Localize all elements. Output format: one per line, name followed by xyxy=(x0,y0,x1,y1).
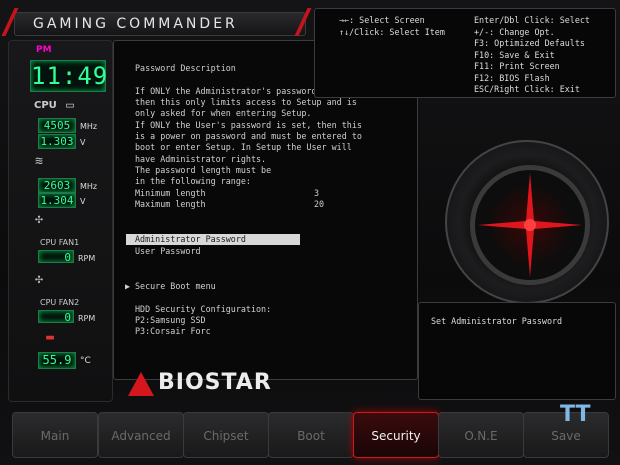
temperature-display: 55.9 xyxy=(38,352,76,369)
fan2-rpm-display: 0 xyxy=(38,310,74,324)
description-line: then this only limits access to Setup an… xyxy=(135,97,357,107)
description-line: If ONLY the User's password is set, then… xyxy=(135,120,362,130)
temperature-unit: °C xyxy=(80,356,91,366)
memory-voltage-unit: V xyxy=(80,197,86,206)
key-help-line: →←: Select Screen xyxy=(339,15,425,25)
maximum-length-value: 20 xyxy=(314,199,325,209)
hardware-monitor-panel xyxy=(8,40,113,402)
app-title-bar: GAMING COMMANDER xyxy=(14,12,306,36)
app-title: GAMING COMMANDER xyxy=(33,16,238,32)
hdd-item-p3[interactable]: P3:Corsair Forc xyxy=(135,326,211,337)
maximum-length-label: Maximum length xyxy=(135,199,206,209)
key-help-line: Enter/Dbl Click: Select xyxy=(474,15,590,25)
cpu-voltage-display: 1.303 xyxy=(38,134,76,149)
item-help-text: Set Administrator Password xyxy=(431,316,563,326)
memory-frequency-unit: MHz xyxy=(80,182,98,191)
tab-security[interactable]: Security xyxy=(353,412,439,458)
administrator-password-item[interactable]: Administrator Password xyxy=(135,234,246,245)
cpu-frequency-unit: MHz xyxy=(80,122,98,131)
user-password-item[interactable]: User Password xyxy=(135,246,201,257)
description-line: The password length must be xyxy=(135,165,272,175)
description-line: is a power on password and must be enter… xyxy=(135,131,362,141)
key-help-line: ESC/Right Click: Exit xyxy=(474,84,580,94)
cpu-icon: ▭ xyxy=(66,98,74,113)
fan2-rpm-unit: RPM xyxy=(78,314,96,323)
key-help-line: F10: Save & Exit xyxy=(474,50,555,60)
description-line: boot or enter Setup. In Setup the User w… xyxy=(135,142,352,152)
tab-advanced[interactable]: Advanced xyxy=(98,412,184,458)
biostar-logo-mark xyxy=(128,372,154,396)
main-tab-bar: Main Advanced Chipset Boot Security O.N.… xyxy=(12,410,610,458)
minimum-length-label: Minimum length xyxy=(135,188,206,198)
memory-icon: ≋ xyxy=(35,154,43,169)
memory-frequency-display: 2603 xyxy=(38,178,76,193)
secure-boot-menu-item[interactable]: Secure Boot menu xyxy=(135,281,216,292)
temperature-icon: ▬ xyxy=(46,330,54,345)
tab-chipset[interactable]: Chipset xyxy=(183,412,269,458)
fan2-label: CPU FAN2 xyxy=(40,298,80,307)
cpu-frequency-display: 4505 xyxy=(38,118,76,133)
fan1-label: CPU FAN1 xyxy=(40,238,80,247)
memory-voltage-display: 1.304 xyxy=(38,193,76,208)
submenu-arrow-icon: ▶ xyxy=(125,281,131,291)
tab-one[interactable]: O.N.E xyxy=(438,412,524,458)
time-period-label: PM xyxy=(36,45,52,55)
star-crosshair-icon xyxy=(478,173,582,277)
fan1-rpm-display: 0 xyxy=(38,250,74,264)
hdd-security-heading: HDD Security Configuration: xyxy=(135,304,272,314)
fan-icon: ✣ xyxy=(35,212,43,227)
description-line: in the following range: xyxy=(135,176,251,186)
fan1-rpm-unit: RPM xyxy=(78,254,96,263)
watermark-logo-icon: TT xyxy=(560,402,591,427)
tab-main[interactable]: Main xyxy=(12,412,98,458)
key-help-line: +/-: Change Opt. xyxy=(474,27,555,37)
description-line: only asked for when entering Setup. xyxy=(135,108,312,118)
description-line: have Administrator rights. xyxy=(135,154,267,164)
tab-boot[interactable]: Boot xyxy=(268,412,354,458)
brand-name: BIOSTAR xyxy=(158,370,272,395)
key-help-line: F12: BIOS Flash xyxy=(474,73,550,83)
key-help-line: F11: Print Screen xyxy=(474,61,560,71)
fan-icon: ✣ xyxy=(35,272,43,287)
clock-display: 11:49 xyxy=(30,60,109,92)
cpu-voltage-unit: V xyxy=(80,138,86,147)
hdd-item-p2[interactable]: P2:Samsung SSD xyxy=(135,315,206,326)
key-help-line: ↑↓/Click: Select Item xyxy=(339,27,445,37)
key-help-line: F3: Optimized Defaults xyxy=(474,38,585,48)
cpu-label: CPU xyxy=(34,100,57,111)
biostar-logo: BIOSTAR xyxy=(128,370,271,398)
minimum-length-value: 3 xyxy=(314,188,320,198)
password-description-heading: Password Description xyxy=(135,63,236,73)
